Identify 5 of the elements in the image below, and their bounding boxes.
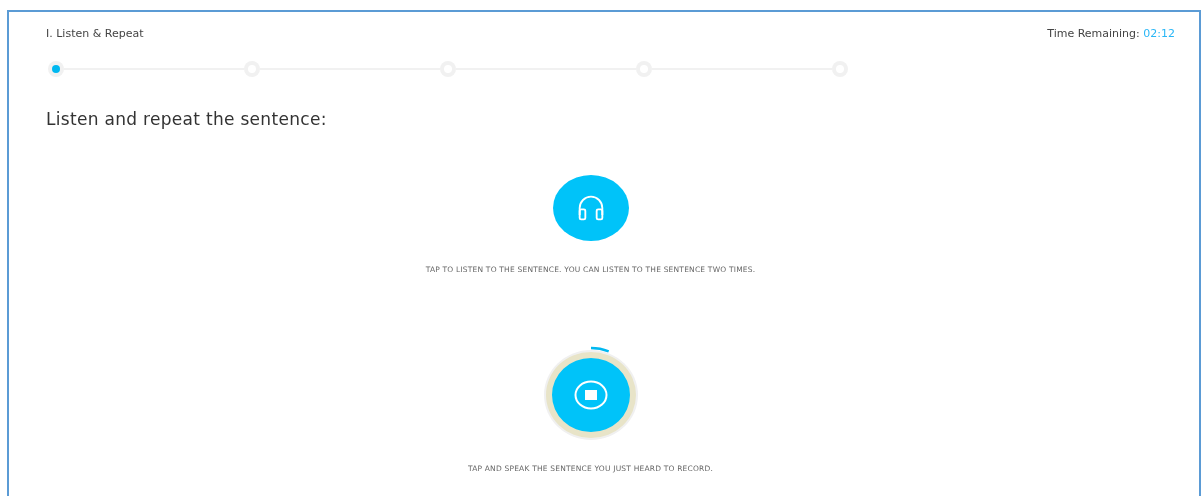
record-stop-button[interactable] bbox=[545, 352, 636, 438]
prompt-heading: Listen and repeat the sentence: bbox=[46, 109, 328, 129]
section-title: I. Listen & Repeat bbox=[46, 27, 144, 40]
time-remaining: Time Remaining: 02:12 bbox=[1047, 27, 1175, 40]
stop-icon bbox=[573, 380, 608, 410]
